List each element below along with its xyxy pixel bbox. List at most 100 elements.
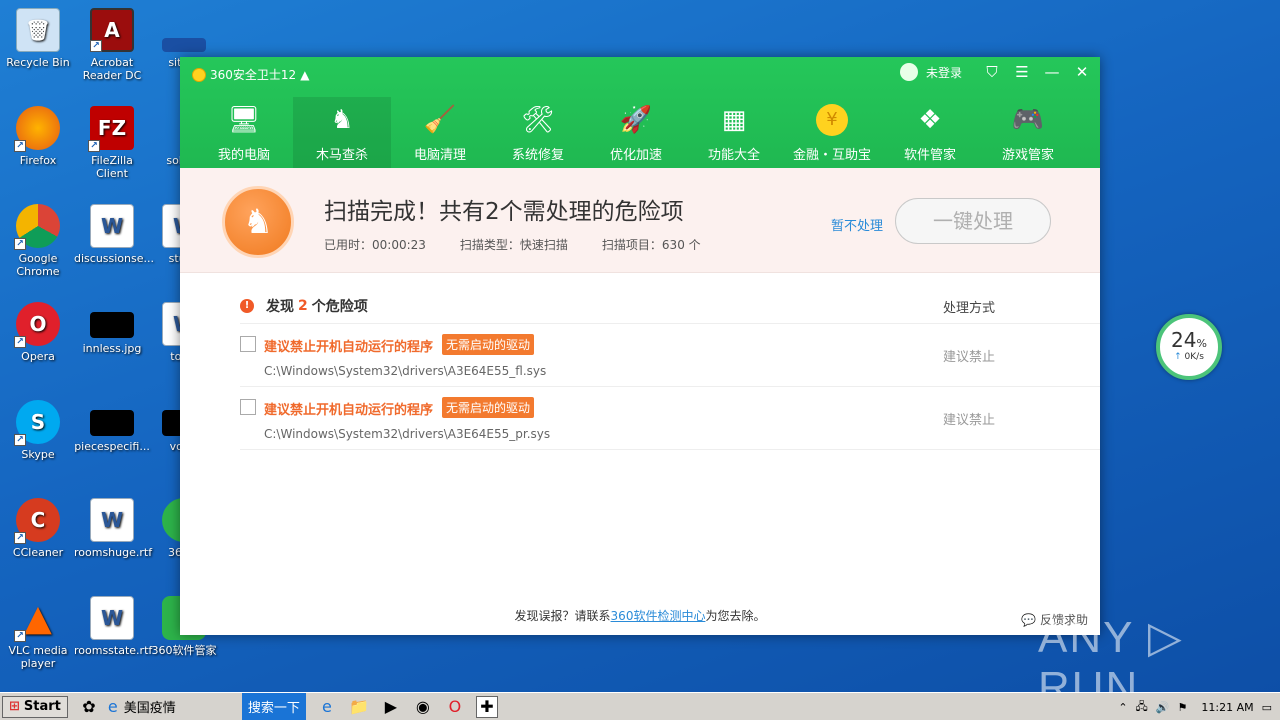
skin-shirt-icon[interactable]: ⛉ bbox=[984, 63, 1000, 81]
app-window: 360安全卫士12 ▲ 未登录 ⛉ ☰ — ✕ 🖥 我的电脑 ♞ 木马查杀 🧹 … bbox=[180, 57, 1100, 635]
desktop-icon-vlc[interactable]: ▲ ↗ VLC media player bbox=[0, 596, 76, 670]
360-taskbar-icon[interactable]: ✚ bbox=[475, 695, 498, 718]
scan-items: 扫描项目：630 个 bbox=[601, 238, 701, 252]
threat-list-header: ! 发现 2 个危险项 处理方式 bbox=[240, 289, 1100, 324]
nav-cleanup[interactable]: 🧹 电脑清理 bbox=[391, 97, 489, 168]
one-key-handle-button[interactable]: 一键处理 bbox=[895, 198, 1051, 244]
gamepad-icon: 🎮 bbox=[1011, 105, 1045, 135]
taskbar-task-ie[interactable]: e 美国疫情 bbox=[108, 697, 238, 716]
desktop-icon-opera[interactable]: O ↗ Opera bbox=[0, 302, 76, 363]
system-tray: ⌃ 🖧 🔊 ⚑ 11:21 AM ▭ bbox=[1118, 693, 1280, 720]
taskbar: ⊞ Start ✿ e 美国疫情 搜索一下 e 📁 ▶ ◉ O ✚ ⌃ 🖧 🔊 … bbox=[0, 692, 1280, 720]
scan-result-title: 扫描完成！共有2个需处理的危险项 bbox=[324, 199, 684, 225]
desktop-icon-roomshuge[interactable]: W roomshuge.rtf bbox=[74, 498, 152, 559]
action-column-header: 处理方式 bbox=[943, 300, 996, 316]
upgrade-arrow-icon[interactable]: ▲ bbox=[300, 68, 309, 82]
chrome-icon[interactable]: ◉ bbox=[412, 696, 434, 718]
warning-icon: ! bbox=[240, 299, 254, 313]
speed-percent: 24 bbox=[1171, 328, 1197, 352]
login-link[interactable]: 未登录 bbox=[926, 64, 962, 81]
desktop-icon-firefox[interactable]: ↗ Firefox bbox=[0, 106, 76, 167]
nav-trojan-scan[interactable]: ♞ 木马查杀 bbox=[293, 97, 391, 168]
window-controls: 未登录 ⛉ ☰ — ✕ bbox=[899, 63, 1090, 81]
nav-speedup[interactable]: 🚀 优化加速 bbox=[587, 97, 685, 168]
broom-icon: 🧹 bbox=[423, 105, 457, 135]
threat-path: C:\Windows\System32\drivers\A3E64E55_fl.… bbox=[264, 364, 547, 378]
skip-handling-link[interactable]: 暂不处理 bbox=[831, 215, 883, 234]
desktop-icon-acrobat[interactable]: A ↗ Acrobat Reader DC bbox=[74, 8, 150, 82]
desktop-icon-piecespecifi[interactable]: piecespecifi... bbox=[74, 400, 150, 453]
colorful-app-icon[interactable]: ✿ bbox=[78, 696, 100, 718]
ie-icon: e bbox=[107, 697, 118, 716]
firefox-icon: ↗ bbox=[14, 106, 60, 152]
desktop-icon-ccleaner[interactable]: C ↗ CCleaner bbox=[0, 498, 76, 559]
chat-bubble-icon: 💬 bbox=[1021, 613, 1037, 627]
desktop-icon-innless[interactable]: innless.jpg bbox=[74, 302, 150, 355]
menu-icon[interactable]: ☰ bbox=[1014, 63, 1030, 81]
skype-icon: S ↗ bbox=[14, 400, 60, 446]
apps-icon: ❖ bbox=[918, 105, 942, 135]
desktop-icon-chrome[interactable]: ↗ Google Chrome bbox=[0, 204, 76, 278]
tray-expand-icon[interactable]: ⌃ bbox=[1118, 701, 1127, 714]
clock[interactable]: 11:21 AM bbox=[1201, 701, 1253, 714]
trojan-horse-badge-icon: ♞ bbox=[222, 186, 294, 258]
threat-path: C:\Windows\System32\drivers\A3E64E55_pr.… bbox=[264, 427, 551, 441]
flag-icon[interactable]: ⚑ bbox=[1178, 701, 1188, 714]
elapsed-time: 已用时：00:00:23 bbox=[324, 238, 426, 252]
desktop-icon-filezilla[interactable]: FZ ↗ FileZilla Client bbox=[74, 106, 150, 180]
nav-software-manager[interactable]: ❖ 软件管家 bbox=[881, 97, 979, 168]
ie-icon[interactable]: e bbox=[316, 696, 338, 718]
speed-rate: 0K/s bbox=[1184, 352, 1204, 362]
scan-meta: 已用时：00:00:23 扫描类型：快速扫描 扫描项目：630 个 bbox=[324, 236, 701, 253]
speed-widget[interactable]: 24% ↑ 0K/s bbox=[1156, 314, 1222, 380]
desktop-icon-discussionse[interactable]: W discussionse... bbox=[74, 204, 154, 265]
nav-features[interactable]: ▦ 功能大全 bbox=[685, 97, 783, 168]
recycle-bin-icon: 🗑 bbox=[16, 8, 60, 52]
start-button[interactable]: ⊞ Start bbox=[2, 695, 68, 718]
minimize-icon[interactable]: — bbox=[1044, 63, 1060, 81]
explorer-folder-icon[interactable]: 📁 bbox=[348, 696, 370, 718]
windows-logo-icon: ⊞ bbox=[9, 699, 20, 714]
threat-checkbox[interactable] bbox=[240, 399, 256, 415]
acrobat-icon: A ↗ bbox=[90, 8, 134, 52]
detection-center-link[interactable]: 360软件检测中心 bbox=[611, 609, 706, 623]
threat-title: 建议禁止开机自动运行的程序 bbox=[264, 340, 434, 355]
nav-my-computer[interactable]: 🖥 我的电脑 bbox=[195, 97, 293, 168]
desktop-icon-roomsstate[interactable]: W roomsstate.rtf bbox=[74, 596, 152, 657]
taskbar-search-button[interactable]: 搜索一下 bbox=[241, 693, 306, 720]
word-document-icon: W bbox=[90, 204, 134, 248]
threat-checkbox[interactable] bbox=[240, 336, 256, 352]
image-file-icon bbox=[90, 312, 134, 338]
user-avatar-icon[interactable] bbox=[899, 63, 918, 81]
coin-icon: ¥ bbox=[816, 104, 848, 136]
opera-icon[interactable]: O bbox=[444, 696, 466, 718]
threat-row: 建议禁止开机自动运行的程序 无需启动的驱动 C:\Windows\System3… bbox=[240, 387, 1100, 450]
media-player-icon[interactable]: ▶ bbox=[380, 696, 402, 718]
scan-type: 扫描类型：快速扫描 bbox=[459, 238, 568, 252]
grid-icon: ▦ bbox=[721, 105, 747, 135]
360-logo-icon bbox=[192, 67, 206, 82]
upload-arrow-icon: ↑ bbox=[1174, 352, 1182, 362]
threat-tag: 无需启动的驱动 bbox=[442, 397, 535, 418]
network-icon[interactable]: 🖧 bbox=[1136, 698, 1148, 717]
nav-finance[interactable]: ¥ 金融・互助宝 bbox=[783, 97, 881, 168]
nav-system-repair[interactable]: 🛠 系统修复 bbox=[489, 97, 587, 168]
volume-icon[interactable]: 🔊 bbox=[1156, 701, 1170, 714]
scan-result-banner: ♞ 扫描完成！共有2个需处理的危险项 已用时：00:00:23 扫描类型：快速扫… bbox=[180, 168, 1100, 273]
file-icon bbox=[90, 410, 134, 436]
tools-icon: 🛠 bbox=[521, 105, 555, 135]
threat-action[interactable]: 建议禁止 bbox=[943, 409, 995, 428]
vlc-cone-icon: ▲ ↗ bbox=[14, 596, 60, 642]
show-desktop-icon[interactable]: ▭ bbox=[1262, 701, 1272, 714]
title-bar: 360安全卫士12 ▲ 未登录 ⛉ ☰ — ✕ 🖥 我的电脑 ♞ 木马查杀 🧹 … bbox=[180, 57, 1100, 168]
threat-action[interactable]: 建议禁止 bbox=[943, 346, 995, 365]
nav-game-manager[interactable]: 🎮 游戏管家 bbox=[979, 97, 1077, 168]
desktop-icon-skype[interactable]: S ↗ Skype bbox=[0, 400, 76, 461]
main-nav: 🖥 我的电脑 ♞ 木马查杀 🧹 电脑清理 🛠 系统修复 🚀 优化加速 ▦ 功能大… bbox=[195, 97, 1077, 168]
threat-title: 建议禁止开机自动运行的程序 bbox=[264, 403, 434, 418]
monitor-icon: 🖥 bbox=[227, 105, 261, 135]
false-positive-footer: 发现误报？请联系360软件检测中心为您去除。 bbox=[514, 609, 766, 623]
close-icon[interactable]: ✕ bbox=[1074, 63, 1090, 81]
desktop-icon-recycle-bin[interactable]: 🗑 Recycle Bin bbox=[0, 8, 76, 69]
window-title: 360安全卫士12 ▲ bbox=[192, 66, 309, 83]
